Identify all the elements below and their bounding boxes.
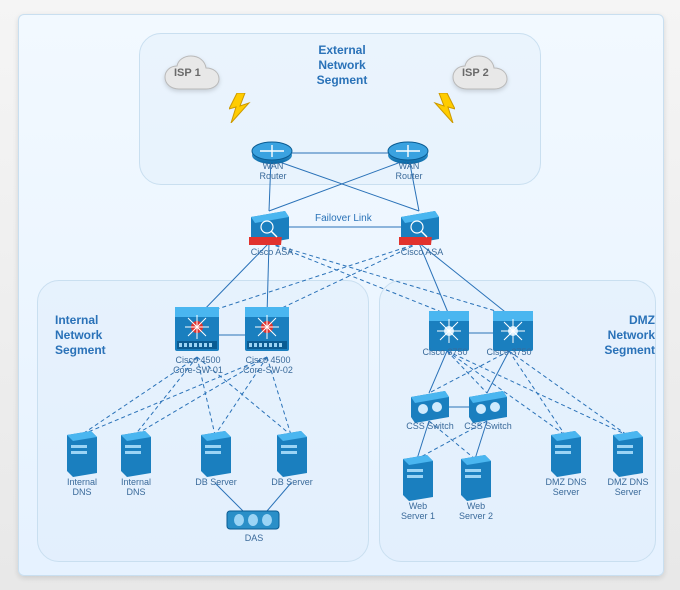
router-icon: [387, 137, 429, 159]
css-sw-2-label: CSS Switch: [461, 421, 515, 431]
dmz-dns-1-label: DMZ DNS Server: [539, 477, 593, 497]
lightning-icon: [229, 93, 251, 123]
web-srv-2-label: Web Server 2: [451, 501, 501, 521]
core-switch-icon: [241, 303, 293, 358]
storage-icon: [225, 507, 281, 536]
asa-2-label: Cisco ASA: [395, 247, 449, 257]
isp2-label: ISP 2: [462, 67, 489, 79]
web-srv-1-label: Web Server 1: [393, 501, 443, 521]
das-label: DAS: [237, 533, 271, 543]
cisco-3750-2-label: Cisco 3750: [483, 347, 535, 357]
lightning-icon: [433, 93, 455, 123]
wan-router-1-label: WAN Router: [253, 161, 293, 181]
wan-router-2-label: WAN Router: [389, 161, 429, 181]
cisco-3750-1-label: Cisco 3750: [419, 347, 471, 357]
server-icon: [611, 429, 645, 480]
dmz-dns-2-label: DMZ DNS Server: [601, 477, 655, 497]
failover-link-label: Failover Link: [315, 213, 372, 224]
int-dns-2-label: Internal DNS: [111, 477, 161, 497]
db-srv-1-label: DB Server: [189, 477, 243, 487]
isp1-label: ISP 1: [174, 67, 201, 79]
server-icon: [401, 453, 435, 504]
server-icon: [119, 429, 153, 480]
diagram-canvas: External Network Segment Internal Networ…: [18, 14, 664, 576]
int-dns-1-label: Internal DNS: [57, 477, 107, 497]
server-icon: [199, 429, 233, 480]
db-srv-2-label: DB Server: [265, 477, 319, 487]
css-sw-1-label: CSS Switch: [403, 421, 457, 431]
core-switch-icon: [171, 303, 223, 358]
core-sw-2-label: Cisco 4500 Core-SW-02: [239, 355, 297, 375]
server-icon: [65, 429, 99, 480]
server-icon: [459, 453, 493, 504]
router-icon: [251, 137, 293, 159]
firewall-icon: [249, 207, 291, 250]
core-sw-1-label: Cisco 4500 Core-SW-01: [169, 355, 227, 375]
server-icon: [549, 429, 583, 480]
firewall-icon: [399, 207, 441, 250]
server-icon: [275, 429, 309, 480]
asa-1-label: Cisco ASA: [245, 247, 299, 257]
